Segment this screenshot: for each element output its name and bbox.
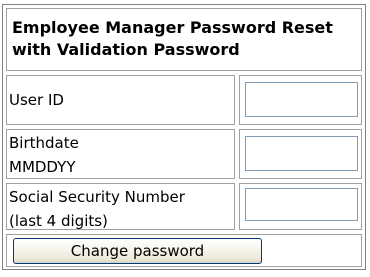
ssn-cell xyxy=(239,183,362,230)
birthdate-cell xyxy=(239,129,362,179)
change-password-button[interactable]: Change password xyxy=(13,238,262,264)
birthdate-label-text: Birthdate xyxy=(9,134,79,152)
ssn-format-hint: (last 4 digits) xyxy=(9,212,108,230)
password-reset-form: Employee Manager Password Reset with Val… xyxy=(2,4,366,270)
ssn-label-text: Social Security Number xyxy=(9,188,185,206)
ssn-label: Social Security Number (last 4 digits) xyxy=(6,183,235,230)
birthdate-label: Birthdate MMDDYY xyxy=(6,129,235,179)
submit-cell: Change password xyxy=(6,234,362,267)
form-title: Employee Manager Password Reset with Val… xyxy=(6,8,362,71)
user-id-input[interactable] xyxy=(245,82,358,117)
birthdate-input[interactable] xyxy=(245,136,358,171)
ssn-input[interactable] xyxy=(245,188,358,221)
user-id-label-text: User ID xyxy=(9,91,64,109)
user-id-cell xyxy=(239,75,362,125)
user-id-label: User ID xyxy=(6,75,235,125)
birthdate-format-hint: MMDDYY xyxy=(9,158,76,176)
